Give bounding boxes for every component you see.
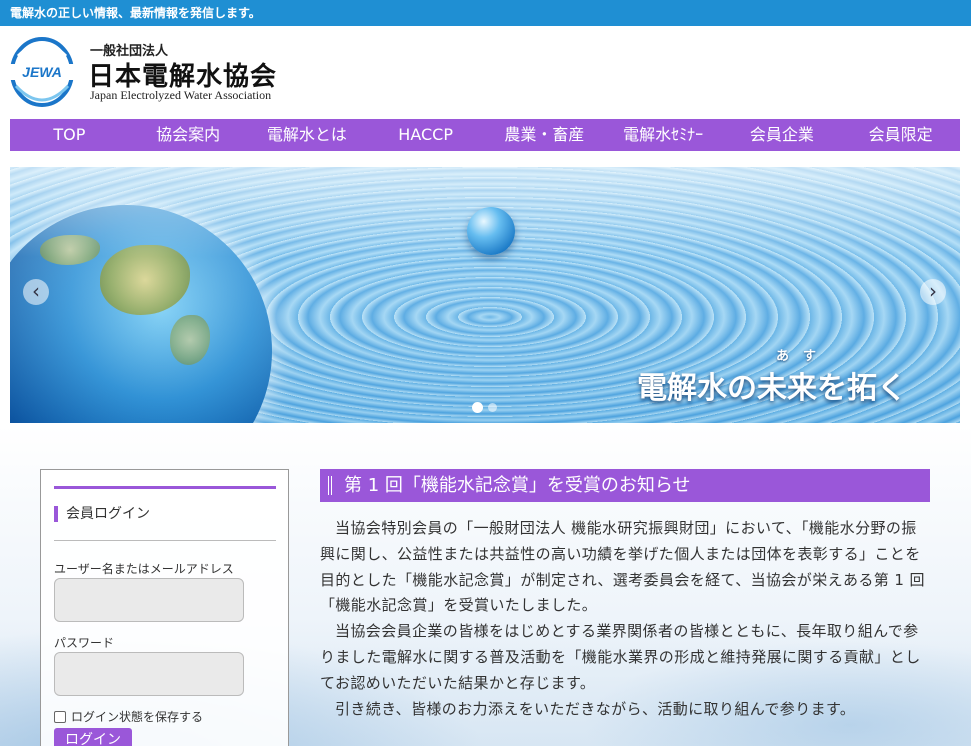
main-content: 第 1 回「機能水記念賞」を受賞のお知らせ 当協会特別会員の「一般財団法人 機能…: [320, 469, 930, 722]
slider-pagination: [472, 402, 497, 413]
site-header: JEWA 一般社団法人 日本電解水協会 Japan Electrolyzed W…: [0, 26, 971, 118]
password-input[interactable]: [54, 652, 244, 696]
login-button[interactable]: ログイン: [54, 728, 132, 746]
top-announcement-bar: 電解水の正しい情報、最新情報を発信します。: [0, 0, 971, 26]
nav-item-top[interactable]: TOP: [10, 119, 129, 151]
nav-item-agriculture[interactable]: 農業・畜産: [485, 119, 604, 151]
tagline-ruby: あす: [776, 349, 831, 364]
nav-item-about[interactable]: 協会案内: [129, 119, 248, 151]
logo-text: JEWA: [22, 64, 62, 80]
announcement-text: 電解水の正しい情報、最新情報を発信します。: [10, 6, 261, 20]
chevron-right-icon[interactable]: ›: [920, 279, 946, 305]
jewa-logo-icon: JEWA: [10, 37, 74, 107]
article-paragraph: 当協会会員企業の皆様をはじめとする業界関係者の皆様とともに、長年取り組んで参りま…: [320, 622, 921, 692]
remember-me[interactable]: ログイン状態を保存する: [54, 708, 203, 725]
slider-tagline: 電解水の未来を拓く: [637, 371, 907, 406]
password-label: パスワード: [54, 636, 115, 650]
nav-item-seminar[interactable]: 電解水ｾﾐﾅｰ: [604, 119, 723, 151]
nav-item-members[interactable]: 会員企業: [723, 119, 842, 151]
panel-accent-line: [54, 486, 276, 489]
org-english-name: Japan Electrolyzed Water Association: [90, 88, 272, 102]
chevron-left-icon[interactable]: ‹: [23, 279, 49, 305]
article-title: 第 1 回「機能水記念賞」を受賞のお知らせ: [344, 475, 691, 496]
article-body: 当協会特別会員の「一般財団法人 機能水研究振興財団」において、「機能水分野の振興…: [320, 516, 930, 722]
hero-slider: あす 電解水の未来を拓く ‹ ›: [10, 167, 960, 423]
article-title-bar: 第 1 回「機能水記念賞」を受賞のお知らせ: [320, 469, 930, 502]
slide-dot[interactable]: [472, 402, 483, 413]
article-paragraph: 引き続き、皆様のお力添えをいただきながら、活動に取り組んで参ります。: [335, 699, 856, 718]
username-label: ユーザー名またはメールアドレス: [54, 562, 234, 576]
remember-me-label: ログイン状態を保存する: [71, 710, 204, 724]
nav-item-members-only[interactable]: 会員限定: [841, 119, 960, 151]
member-login-panel: 会員ログイン ユーザー名またはメールアドレス パスワード ログイン状態を保存する…: [40, 469, 289, 746]
water-drop-image: [467, 207, 515, 255]
nav-item-electrolyzed-water[interactable]: 電解水とは: [248, 119, 367, 151]
username-input[interactable]: [54, 578, 244, 622]
slide-dot[interactable]: [488, 403, 497, 412]
nav-item-haccp[interactable]: HACCP: [366, 119, 485, 151]
title-accent-icon: [328, 476, 332, 495]
login-heading: 会員ログイン: [54, 506, 150, 522]
main-navigation: TOP 協会案内 電解水とは HACCP 農業・畜産 電解水ｾﾐﾅｰ 会員企業 …: [10, 119, 960, 151]
divider: [54, 540, 276, 541]
article-paragraph: 当協会特別会員の「一般財団法人 機能水研究振興財団」において、「機能水分野の振興…: [320, 519, 925, 615]
remember-me-checkbox[interactable]: [54, 710, 66, 723]
